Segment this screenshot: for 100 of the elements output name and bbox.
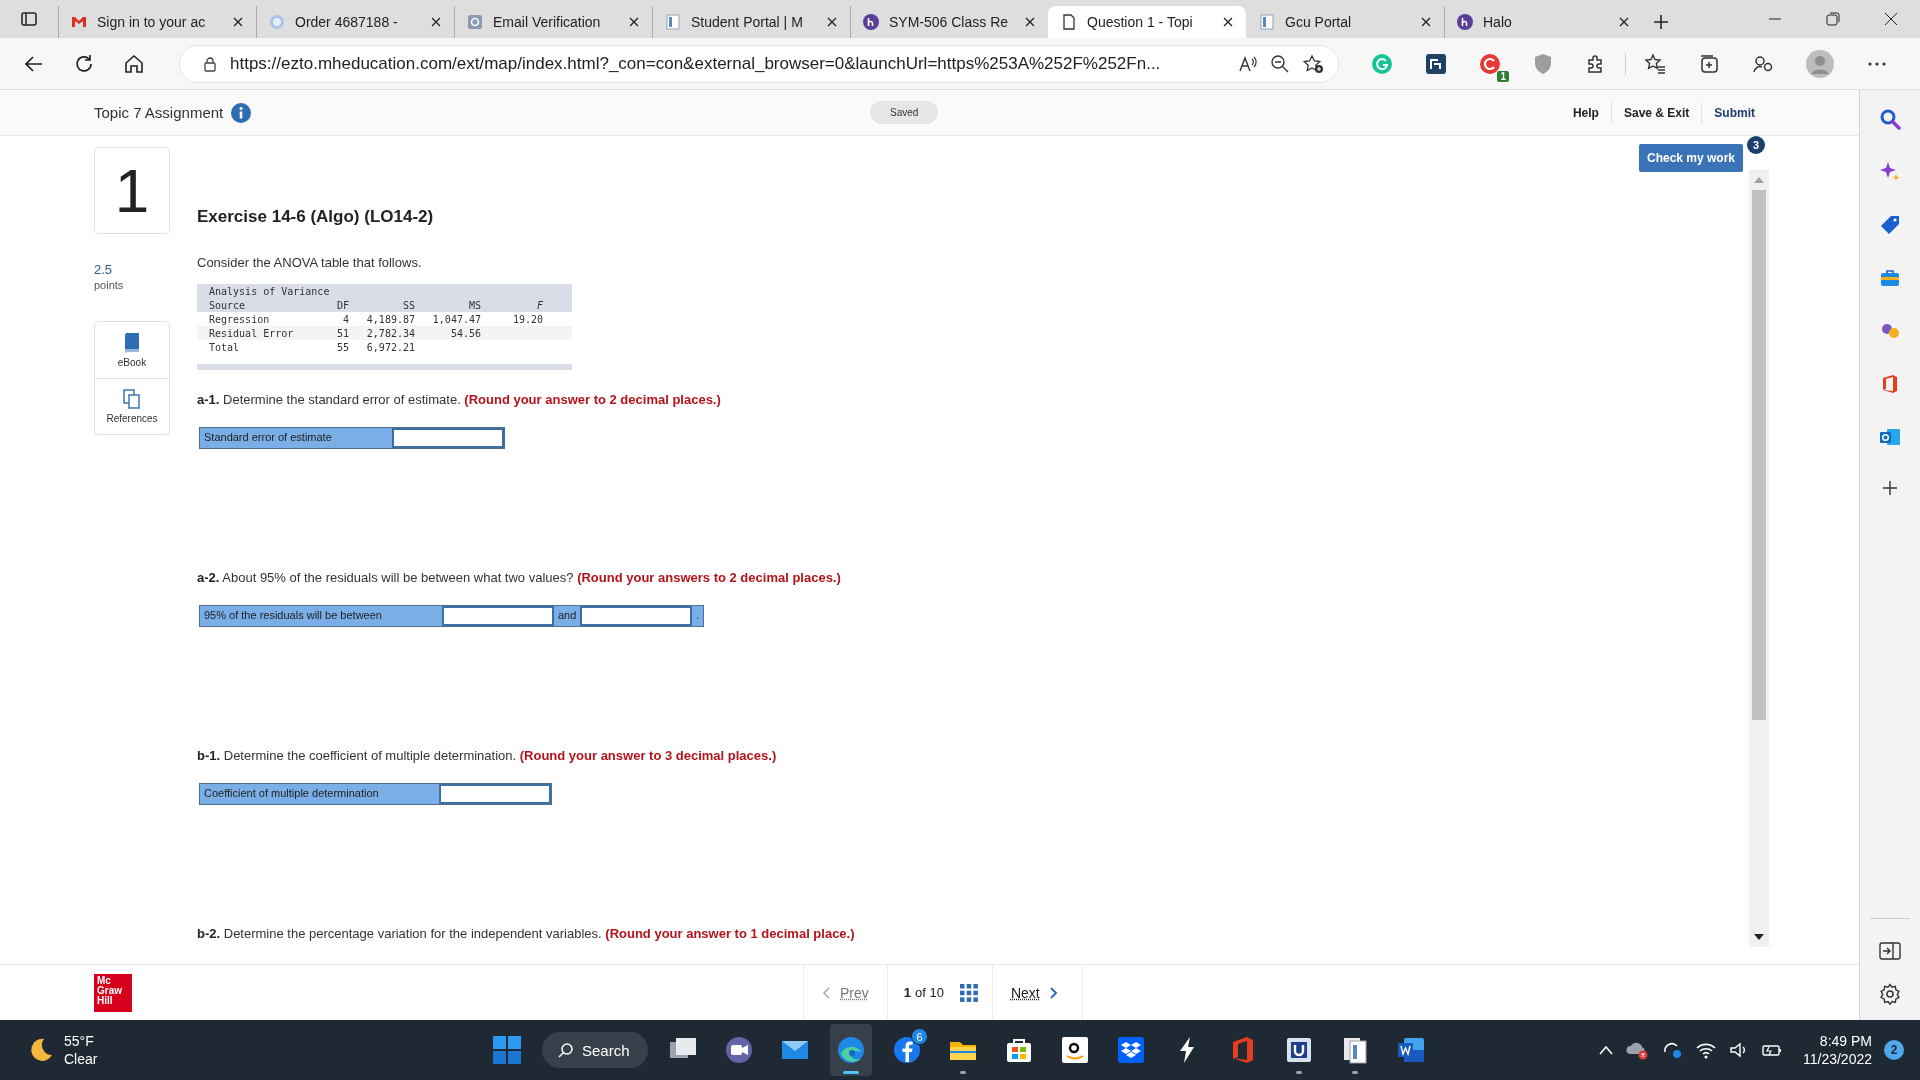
- close-icon[interactable]: [1420, 16, 1432, 28]
- start-icon[interactable]: [492, 1035, 522, 1065]
- question-prompt: b-1. Determine the coefficient of multiple determination. (Round your answer to 3 decimal places.): [197, 748, 778, 763]
- table-cell-text: 54.56: [449, 327, 481, 339]
- circle-icon: [269, 14, 285, 30]
- browser-tab[interactable]: Question 1 - Topi: [1048, 6, 1246, 38]
- table-caption: Analysis of Variance: [209, 285, 330, 297]
- table-cell-text: Total: [209, 341, 241, 353]
- search-icon[interactable]: [1879, 108, 1901, 130]
- tag-icon[interactable]: [1879, 214, 1901, 236]
- notification-badge[interactable]: 2: [1884, 1040, 1904, 1060]
- table-cell-text: 2,782.34: [365, 327, 415, 339]
- table-cell-text: 6,972.21: [365, 341, 415, 353]
- chevron-right-icon: [1049, 986, 1058, 999]
- question-prompt: a-1. Determine the standard error of estimate. (Round your answer to 2 decimal places.): [197, 392, 722, 407]
- video-call-icon[interactable]: [723, 1034, 755, 1066]
- assignment-title: Topic 7 Assignment: [94, 104, 224, 121]
- taskbar-search[interactable]: Search: [542, 1032, 648, 1068]
- scroll-down-icon[interactable]: [1754, 933, 1764, 941]
- restore-icon[interactable]: [1826, 12, 1840, 26]
- favorites-icon[interactable]: [1644, 52, 1666, 75]
- question-prompt: b-2. Determine the percentage variation for the independent variables. (Round your answer to 1 decimal place.): [197, 926, 856, 941]
- collections-icon[interactable]: [1698, 52, 1720, 75]
- column-header: SS: [401, 299, 415, 311]
- new-tab-icon[interactable]: [1652, 13, 1670, 31]
- tool-button[interactable]: eBook: [95, 322, 169, 378]
- outlook-icon[interactable]: [1879, 426, 1901, 448]
- book-icon: [123, 332, 141, 353]
- scrollbar[interactable]: [1749, 170, 1769, 947]
- briefcase-icon[interactable]: [1879, 267, 1901, 289]
- chevron-up-icon[interactable]: [1598, 1045, 1613, 1055]
- table-cell-text: 19.20: [511, 313, 543, 325]
- exercise-title: Exercise 14-6 (Algo) (LO14-2): [197, 207, 435, 227]
- grid-icon[interactable]: [959, 983, 978, 1002]
- add-icon[interactable]: [1881, 479, 1899, 497]
- check-my-work-button[interactable]: Check my work: [1639, 144, 1743, 172]
- header-link[interactable]: Save & Exit: [1610, 101, 1702, 124]
- lock-icon: [202, 55, 218, 72]
- clock[interactable]: 8:49 PM 11/23/2022: [1802, 1032, 1872, 1068]
- table-cell-text: 55: [335, 341, 349, 353]
- extension-icon[interactable]: [1425, 52, 1447, 75]
- extension-icon[interactable]: [1479, 52, 1501, 75]
- intro-text: Consider the ANOVA table that follows.: [197, 255, 423, 270]
- column-header: MS: [467, 299, 481, 311]
- page-icon: [665, 14, 681, 30]
- notification-badge: 6: [911, 1028, 928, 1045]
- avatar-icon[interactable]: [1806, 49, 1834, 78]
- add-favorite-icon[interactable]: [1302, 53, 1324, 74]
- close-icon[interactable]: [1222, 16, 1234, 28]
- temperature: 55°F: [64, 1032, 95, 1050]
- close-icon[interactable]: [1618, 16, 1630, 28]
- page-icon: [1259, 14, 1275, 30]
- column-header: Source: [209, 299, 247, 311]
- browser-tab[interactable]: Gcu Portal: [1246, 6, 1444, 38]
- header-link[interactable]: Help: [1560, 101, 1611, 124]
- close-icon[interactable]: [1884, 12, 1898, 26]
- dropbox-icon[interactable]: [1115, 1034, 1147, 1066]
- facebook-icon[interactable]: [891, 1034, 923, 1066]
- weather-condition: Clear: [64, 1050, 98, 1068]
- points-value: 2.5: [94, 262, 114, 277]
- sparkle-icon[interactable]: [1879, 161, 1901, 183]
- table-cell-text: 4,189.87: [365, 313, 415, 325]
- close-icon[interactable]: [232, 16, 244, 28]
- copies-icon: [123, 389, 141, 409]
- table-cell-text: Regression: [209, 313, 271, 325]
- close-icon[interactable]: [430, 16, 442, 28]
- panel-icon[interactable]: [1879, 941, 1901, 961]
- answer-field[interactable]: [441, 606, 554, 626]
- answer-field[interactable]: [580, 606, 693, 626]
- column-header: DF: [335, 299, 349, 311]
- close-icon[interactable]: [1024, 16, 1036, 28]
- info-icon[interactable]: [231, 102, 252, 123]
- hub-icon: [1457, 14, 1473, 30]
- close-icon[interactable]: [826, 16, 838, 28]
- cloud-icon[interactable]: [1624, 1040, 1649, 1060]
- refresh-icon[interactable]: [73, 52, 95, 75]
- zoom-out-icon[interactable]: [1270, 53, 1290, 74]
- column-header: F: [535, 299, 543, 311]
- table-cell-text: Residual Error: [209, 327, 295, 339]
- answer-field[interactable]: [438, 784, 551, 804]
- chevron-left-icon: [822, 986, 830, 999]
- close-icon[interactable]: [628, 16, 640, 28]
- home-icon[interactable]: [123, 52, 145, 75]
- prev-button[interactable]: Prev: [804, 964, 887, 1021]
- extension-badge: 1: [1497, 70, 1509, 82]
- mail-icon: [71, 14, 87, 30]
- wifi-icon[interactable]: [1694, 1041, 1717, 1059]
- header-link[interactable]: Submit: [1701, 101, 1767, 124]
- read-aloud-icon[interactable]: [1238, 54, 1258, 73]
- table-cell-text: 4: [341, 313, 349, 325]
- address-bar[interactable]: https://ezto.mheducation.com/ext/map/index.html?_con=con&external_browser=0&launchUrl=https%253A%252F%252Fn...: [179, 44, 1339, 83]
- question-number: 1: [94, 147, 170, 234]
- tab-actions-icon[interactable]: [20, 10, 38, 28]
- hub-icon: [863, 14, 879, 30]
- table-cell-text: 51: [335, 327, 349, 339]
- settings-icon[interactable]: [1879, 983, 1901, 1005]
- search-icon: [558, 1042, 574, 1058]
- tool-button[interactable]: References: [95, 378, 169, 434]
- browser-icon[interactable]: [835, 1034, 867, 1066]
- answer-field[interactable]: [391, 428, 504, 448]
